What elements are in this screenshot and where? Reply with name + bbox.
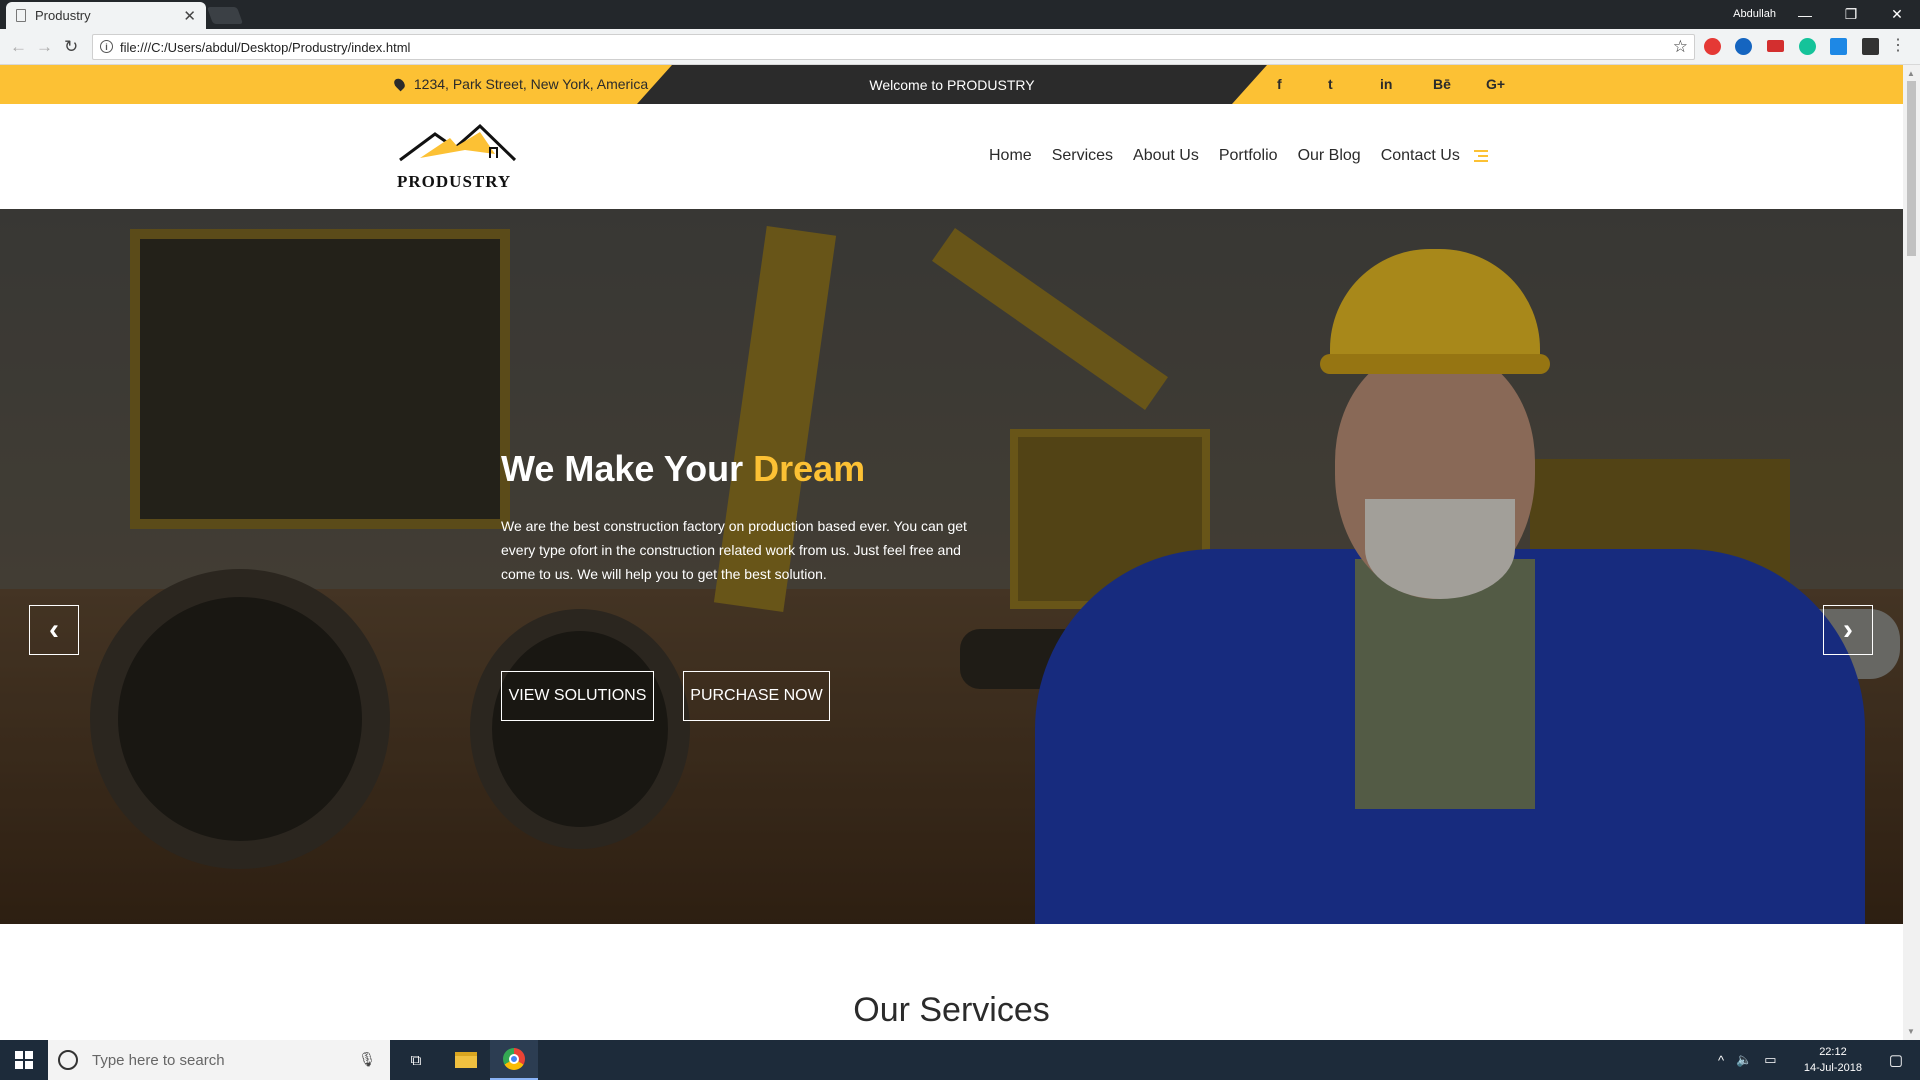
info-icon[interactable]: i (100, 40, 113, 53)
taskbar-clock[interactable]: 22:12 14-Jul-2018 (1804, 1044, 1862, 1076)
facebook-icon[interactable]: f (1277, 76, 1282, 92)
twitter-icon[interactable]: t (1328, 76, 1333, 92)
windows-start-icon[interactable] (0, 1040, 48, 1080)
clock-date: 14-Jul-2018 (1803, 1062, 1862, 1074)
site-header: PRODUSTRY Home Services About Us Portfol… (0, 104, 1903, 209)
web-page: 1234, Park Street, New York, America Wel… (0, 65, 1903, 1040)
clock-time: 22:12 (1819, 1046, 1847, 1058)
site-logo[interactable]: PRODUSTRY (395, 122, 520, 192)
slider-next-arrow-icon[interactable]: › (1823, 605, 1873, 655)
windows-taskbar: Type here to search 🎙 ⧉ ^ 🔈 ▭ 22:12 14-J… (0, 1040, 1920, 1080)
volume-icon[interactable]: 🔈 (1736, 1052, 1752, 1068)
browser-tab[interactable]: Produstry ✕ (6, 2, 206, 29)
url-text: file:///C:/Users/abdul/Desktop/Produstry… (120, 39, 411, 55)
map-pin-icon (392, 76, 407, 92)
network-icon[interactable]: ▭ (1764, 1052, 1776, 1068)
tray-expand-icon[interactable]: ^ (1718, 1053, 1724, 1068)
hamburger-menu-icon[interactable] (1474, 150, 1488, 165)
hero-description: We are the best construction factory on … (501, 518, 967, 582)
hero-title-main: We Make Your (501, 448, 754, 489)
our-services-heading: Our Services (853, 991, 1050, 1029)
back-icon[interactable]: ← (10, 37, 27, 57)
extension-icon[interactable] (1862, 38, 1879, 55)
document-icon (16, 9, 26, 22)
browser-toolbar: ← → ↻ i file:///C:/Users/abdul/Desktop/P… (0, 29, 1920, 65)
extension-icon[interactable] (1735, 38, 1752, 55)
browser-tab-strip: Produstry ✕ Abdullah — ❐ ✕ (0, 0, 1920, 29)
linkedin-icon[interactable]: in (1380, 76, 1392, 92)
nav-services[interactable]: Services (1052, 147, 1113, 165)
address-text: 1234, Park Street, New York, America (413, 76, 649, 92)
hero-title: We Make Your Dream (501, 448, 865, 490)
close-window-button[interactable]: ✕ (1874, 0, 1920, 29)
bookmark-star-icon[interactable]: ☆ (1673, 37, 1688, 57)
scroll-down-icon[interactable]: ▼ (1907, 1027, 1915, 1036)
hero-slider: We Make Your Dream We are the best const… (0, 209, 1903, 924)
nav-our-blog[interactable]: Our Blog (1298, 147, 1361, 165)
address-info: 1234, Park Street, New York, America (392, 76, 649, 92)
purchase-now-button[interactable]: PURCHASE NOW (683, 671, 830, 721)
task-view-icon[interactable]: ⧉ (392, 1040, 440, 1080)
slider-prev-arrow-icon[interactable]: ‹ (29, 605, 79, 655)
file-explorer-icon[interactable] (442, 1040, 490, 1080)
main-menu: Home Services About Us Portfolio Our Blo… (989, 147, 1480, 165)
scroll-up-icon[interactable]: ▲ (1907, 69, 1915, 78)
scrollbar-thumb[interactable] (1907, 81, 1916, 256)
microphone-icon[interactable]: 🎙 (358, 1051, 376, 1068)
new-tab-button[interactable] (206, 7, 244, 24)
grammarly-icon[interactable] (1799, 38, 1816, 55)
google-plus-icon[interactable]: G+ (1486, 76, 1505, 92)
tab-close-button[interactable]: ✕ (183, 7, 196, 25)
taskbar-search-box[interactable]: Type here to search 🎙 (48, 1040, 390, 1080)
cortana-icon (58, 1050, 78, 1070)
notifications-icon[interactable]: ▢ (1872, 1040, 1920, 1080)
address-bar[interactable]: i file:///C:/Users/abdul/Desktop/Produst… (92, 34, 1695, 60)
top-info-bar: 1234, Park Street, New York, America Wel… (0, 65, 1903, 104)
logo-brand-text: PRODUSTRY (397, 172, 512, 191)
forward-icon[interactable]: → (36, 37, 53, 57)
behance-icon[interactable]: Bē (1433, 76, 1451, 92)
tab-title: Produstry (35, 8, 91, 23)
extension-icon[interactable] (1767, 40, 1784, 52)
nav-about-us[interactable]: About Us (1133, 147, 1199, 165)
reload-icon[interactable]: ↻ (64, 37, 78, 57)
hero-title-highlight: Dream (753, 448, 866, 489)
restore-button[interactable]: ❐ (1828, 0, 1874, 29)
search-placeholder: Type here to search (92, 1051, 225, 1069)
minimize-button[interactable]: — (1782, 0, 1828, 29)
nav-portfolio[interactable]: Portfolio (1219, 147, 1278, 165)
view-solutions-button[interactable]: VIEW SOLUTIONS (501, 671, 654, 721)
extension-icon[interactable] (1830, 38, 1847, 55)
nav-contact-us[interactable]: Contact Us (1381, 147, 1460, 165)
extension-icon[interactable] (1704, 38, 1721, 55)
menu-kebab-icon[interactable]: ⋮ (1890, 35, 1906, 55)
welcome-text: Welcome to PRODUSTRY (869, 76, 1035, 93)
nav-home[interactable]: Home (989, 147, 1032, 165)
chrome-taskbar-icon[interactable] (490, 1040, 538, 1080)
system-tray: ^ 🔈 ▭ (1718, 1040, 1777, 1080)
roof-logo-icon (399, 123, 517, 162)
page-scrollbar[interactable]: ▲ ▼ (1903, 65, 1920, 1040)
profile-name[interactable]: Abdullah (1733, 8, 1776, 20)
